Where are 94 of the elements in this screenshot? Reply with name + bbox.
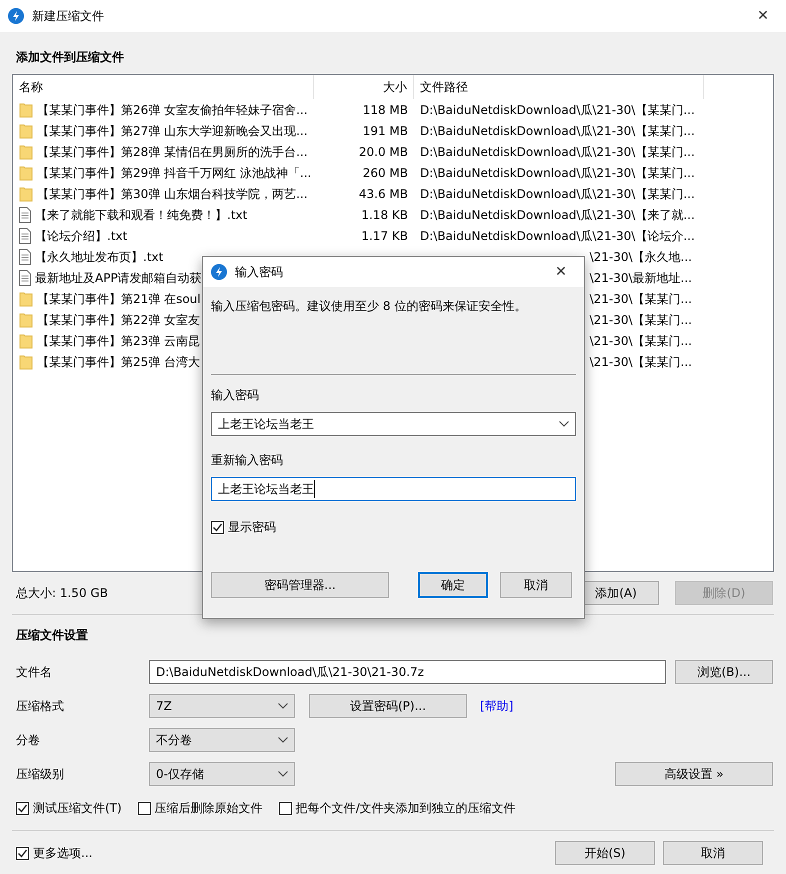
volume-dropdown[interactable]: 不分卷 (149, 728, 295, 752)
file-size: 43.6 MB (358, 186, 408, 200)
ok-button[interactable]: 确定 (418, 572, 488, 598)
file-path: D:\BaiduNetdiskDownload\瓜\21-30\【某某门... (420, 186, 695, 202)
file-path: \21-30\【某某门... (590, 354, 692, 370)
chevron-down-icon (278, 737, 288, 743)
password-combobox[interactable]: 上老王论坛当老王 (211, 412, 576, 436)
folder-icon (19, 186, 33, 202)
start-button[interactable]: 开始(S) (555, 841, 655, 865)
file-size: 260 MB (362, 166, 408, 180)
file-size: 191 MB (362, 124, 408, 138)
file-size: 1.18 KB (361, 208, 408, 222)
file-path: D:\BaiduNetdiskDownload\瓜\21-30\【某某门... (420, 102, 695, 118)
level-dropdown[interactable]: 0-仅存储 (149, 762, 295, 786)
file-size: 20.0 MB (358, 144, 408, 158)
document-icon (19, 206, 31, 222)
cancel-button[interactable]: 取消 (663, 841, 763, 865)
file-name: 【某某门事件】第30弹 山东烟台科技学院，两艺... (37, 186, 308, 202)
file-path: \21-30\【永久地... (590, 248, 692, 266)
option-label: 显示密码 (228, 519, 276, 536)
file-name: 【论坛介绍】.txt (35, 228, 128, 244)
chevron-down-icon (278, 703, 288, 709)
checkbox[interactable] (278, 802, 292, 814)
file-name: 【某某门事件】第23弹 云南昆 (37, 332, 200, 350)
option-label: 测试压缩文件(T) (33, 800, 122, 817)
help-link[interactable]: [帮助] (480, 697, 514, 715)
folder-icon (19, 102, 33, 118)
field-label: 重新输入密码 (211, 452, 284, 469)
file-name: 【某某门事件】第28弹 某情侣在男厕所的洗手台... (37, 144, 308, 160)
file-path: D:\BaiduNetdiskDownload\瓜\21-30\【论坛介... (420, 228, 695, 244)
field-label: 输入密码 (211, 387, 260, 404)
folder-icon (19, 312, 33, 328)
file-path: D:\BaiduNetdiskDownload\瓜\21-30\【来了就... (420, 206, 695, 224)
chevron-down-icon (559, 421, 569, 427)
password-manager-button[interactable]: 密码管理器... (211, 572, 389, 598)
file-name: 【某某门事件】第27弹 山东大学迎新晚会又出现... (37, 122, 308, 140)
close-button[interactable]: ✕ (740, 6, 786, 26)
document-icon (19, 270, 31, 286)
option-label: 更多选项... (33, 845, 92, 862)
column-header[interactable]: 大小 (314, 74, 414, 98)
dialog-message: 输入压缩包密码。建议使用至少 8 位的密码来保证安全性。 (211, 298, 528, 315)
file-path: \21-30\最新地址... (590, 270, 692, 286)
close-button[interactable]: ✕ (538, 262, 584, 282)
folder-icon (19, 122, 33, 138)
checkbox[interactable] (211, 520, 224, 534)
cancel-button[interactable]: 取消 (500, 572, 572, 598)
field-label: 压缩级别 (16, 766, 65, 783)
file-name-field[interactable]: D:\BaiduNetdiskDownload\瓜\21-30\21-30.7z (149, 660, 666, 684)
file-size: 1.17 KB (361, 228, 408, 242)
column-header[interactable]: 文件路径 (414, 74, 704, 98)
file-path: \21-30\【某某门... (590, 312, 692, 328)
folder-icon (19, 164, 33, 180)
confirm-password-field[interactable]: 上老王论坛当老王 (211, 477, 576, 501)
file-path: \21-30\【某某门... (590, 290, 692, 308)
file-size: 118 MB (362, 102, 408, 116)
folder-icon (19, 354, 33, 370)
field-label: 压缩格式 (16, 698, 65, 715)
section-title: 添加文件到压缩文件 (16, 49, 124, 66)
file-name: 【某某门事件】第26弹 女室友偷拍年轻妹子宿舍... (37, 102, 308, 118)
field-label: 分卷 (16, 732, 41, 749)
app-icon (211, 264, 227, 280)
format-dropdown[interactable]: 7Z (149, 694, 295, 718)
option-label: 把每个文件/文件夹添加到独立的压缩文件 (296, 800, 516, 817)
file-name: 最新地址及APP请发邮箱自动获 (35, 270, 202, 286)
window-title: 新建压缩文件 (32, 8, 104, 25)
file-name: 【某某门事件】第25弹 台湾大 (37, 354, 200, 370)
chevron-down-icon (278, 771, 288, 777)
section-title: 压缩文件设置 (16, 627, 88, 644)
folder-icon (19, 290, 33, 306)
file-name: 【某某门事件】第22弹 女室友 (37, 312, 200, 328)
app-icon (8, 8, 24, 24)
file-name: 【某某门事件】第29弹 抖音千万网红 泳池战神「... (37, 164, 312, 182)
checkbox[interactable] (16, 802, 29, 814)
total-size: 总大小: 1.50 GB (16, 585, 108, 602)
folder-icon (19, 144, 33, 160)
file-path: \21-30\【某某门... (590, 332, 692, 350)
checkbox[interactable] (138, 802, 151, 814)
field-label: 文件名 (16, 664, 53, 681)
file-path: D:\BaiduNetdiskDownload\瓜\21-30\【某某门... (420, 164, 695, 182)
browse-button[interactable]: 浏览(B)... (675, 660, 773, 684)
advanced-settings-button[interactable]: 高级设置 » (615, 762, 773, 786)
column-header[interactable]: 名称 (13, 74, 314, 98)
document-icon (19, 248, 31, 264)
set-password-button[interactable]: 设置密码(P)... (309, 694, 467, 718)
file-name: 【某某门事件】第21弹 在soul (37, 290, 201, 308)
document-icon (19, 228, 31, 244)
file-name: 【永久地址发布页】.txt (35, 248, 164, 266)
option-label: 压缩后删除原始文件 (154, 800, 263, 817)
folder-icon (19, 332, 33, 348)
dialog-title: 输入密码 (235, 264, 283, 281)
file-path: D:\BaiduNetdiskDownload\瓜\21-30\【某某门... (420, 144, 695, 160)
file-path: D:\BaiduNetdiskDownload\瓜\21-30\【某某门... (420, 122, 695, 140)
checkbox[interactable] (16, 846, 29, 860)
file-name: 【来了就能下载和观看！纯免费！】.txt (35, 206, 248, 224)
